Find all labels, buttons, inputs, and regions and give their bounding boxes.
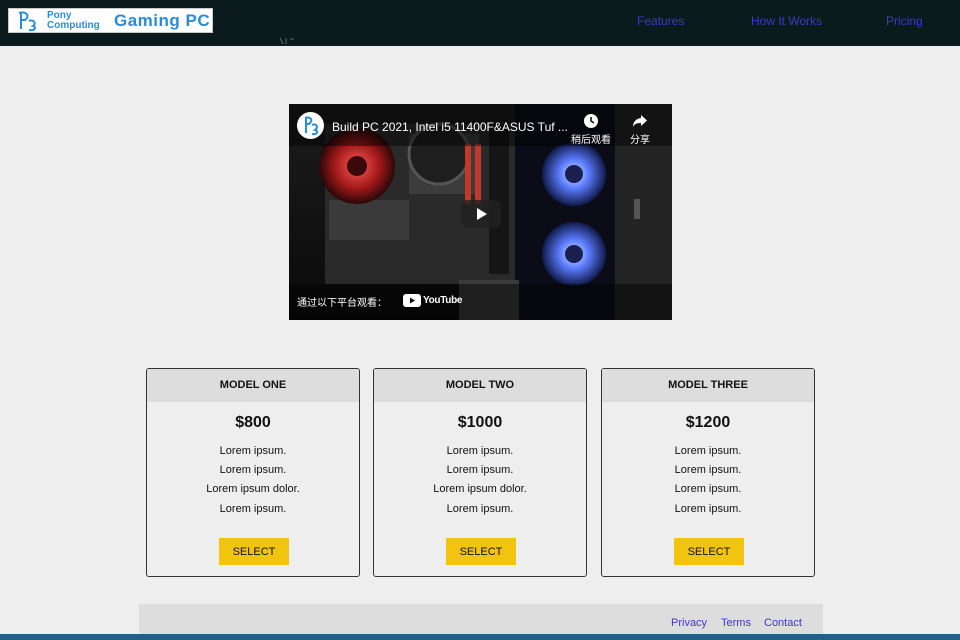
video-embed[interactable]: Build PC 2021, Intel i5 11400F&ASUS Tuf … [289, 104, 672, 320]
select-model-one-button[interactable]: SELECT [219, 538, 289, 565]
share-button[interactable]: 分享 [618, 112, 662, 146]
feature-item: Lorem ipsum. [674, 483, 742, 496]
nav-features[interactable]: Features [637, 14, 684, 28]
youtube-link[interactable]: YouTube [403, 292, 463, 308]
nav-how-it-works[interactable]: How It Works [751, 14, 822, 28]
card-title: MODEL ONE [147, 369, 359, 402]
card-price: $1200 [685, 414, 731, 431]
nav-pricing[interactable]: Pricing [886, 14, 923, 28]
select-model-two-button[interactable]: SELECT [446, 538, 516, 565]
site-logo[interactable]: Pony Computing Gaming PC [8, 8, 213, 33]
card-title: MODEL TWO [374, 369, 586, 402]
footer-link-contact[interactable]: Contact [764, 617, 802, 629]
share-icon [633, 115, 647, 127]
footer-link-privacy[interactable]: Privacy [671, 617, 707, 629]
card-title: MODEL THREE [602, 369, 814, 402]
feature-item: Lorem ipsum. [446, 445, 514, 457]
share-label: 分享 [630, 135, 650, 146]
feature-item: Lorem ipsum. [674, 464, 742, 477]
feature-item: Lorem ipsum. [219, 445, 287, 457]
feature-item: Lorem ipsum. [219, 464, 287, 477]
feature-list: Lorem ipsum. Lorem ipsum. Lorem ipsum. L… [602, 442, 814, 519]
select-model-three-button[interactable]: SELECT [674, 538, 744, 565]
logo-title: Gaming PC [114, 11, 211, 30]
feature-item: Lorem ipsum. [219, 502, 287, 515]
watch-later-label: 稍后观看 [571, 135, 611, 146]
feature-list: Lorem ipsum. Lorem ipsum. Lorem ipsum do… [374, 442, 586, 519]
bottom-accent-bar [0, 634, 960, 640]
feature-item: Lorem ipsum. [446, 464, 514, 477]
channel-logo-icon [304, 116, 319, 136]
feature-item: Lorem ipsum dolor. [433, 483, 527, 496]
channel-avatar[interactable] [297, 112, 324, 139]
card-price: $800 [235, 414, 271, 431]
watch-later-button[interactable]: 稍后观看 [569, 112, 613, 146]
feature-item: Lorem ipsum. [674, 445, 742, 457]
youtube-wordmark: YouTube [423, 294, 463, 306]
youtube-logo-icon [403, 293, 421, 307]
pricing-card-model-three: MODEL THREE $1200 Lorem ipsum. Lorem ips… [601, 368, 815, 577]
logo-wordmark: Pony Computing [47, 11, 100, 31]
logo-mark-icon [12, 10, 44, 32]
clock-icon [584, 114, 598, 128]
play-button-icon[interactable] [461, 200, 501, 228]
feature-list: Lorem ipsum. Lorem ipsum. Lorem ipsum do… [147, 442, 359, 519]
site-header: Pony Computing Gaming PC Features How It… [0, 0, 960, 46]
card-price: $1000 [457, 414, 503, 431]
feature-item: Lorem ipsum dolor. [206, 483, 300, 496]
pricing-card-model-two: MODEL TWO $1000 Lorem ipsum. Lorem ipsum… [373, 368, 587, 577]
watch-on-label: 通过以下平台观看： [297, 298, 387, 309]
feature-item: Lorem ipsum. [446, 502, 514, 515]
pricing-card-model-one: MODEL ONE $800 Lorem ipsum. Lorem ipsum.… [146, 368, 360, 577]
video-title[interactable]: Build PC 2021, Intel i5 11400F&ASUS Tuf … [332, 120, 568, 134]
logo-line-2: Computing [47, 20, 100, 31]
broken-image-icon [279, 37, 294, 45]
footer-link-terms[interactable]: Terms [721, 617, 751, 629]
feature-item: Lorem ipsum. [674, 502, 742, 515]
